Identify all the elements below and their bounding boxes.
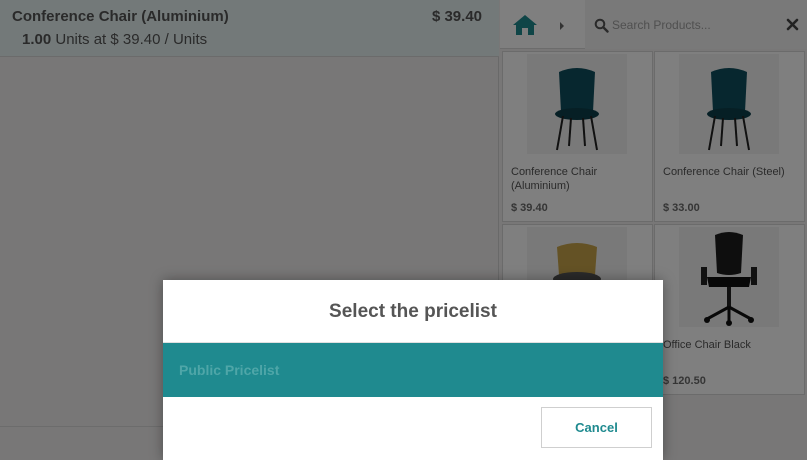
pricelist-option[interactable]: Public Pricelist (163, 343, 663, 397)
pricelist-modal: Select the pricelist Public Pricelist Ca… (163, 280, 663, 460)
pricelist-option-label: Public Pricelist (179, 362, 280, 378)
cancel-button[interactable]: Cancel (541, 407, 652, 448)
modal-title: Select the pricelist (163, 280, 663, 343)
